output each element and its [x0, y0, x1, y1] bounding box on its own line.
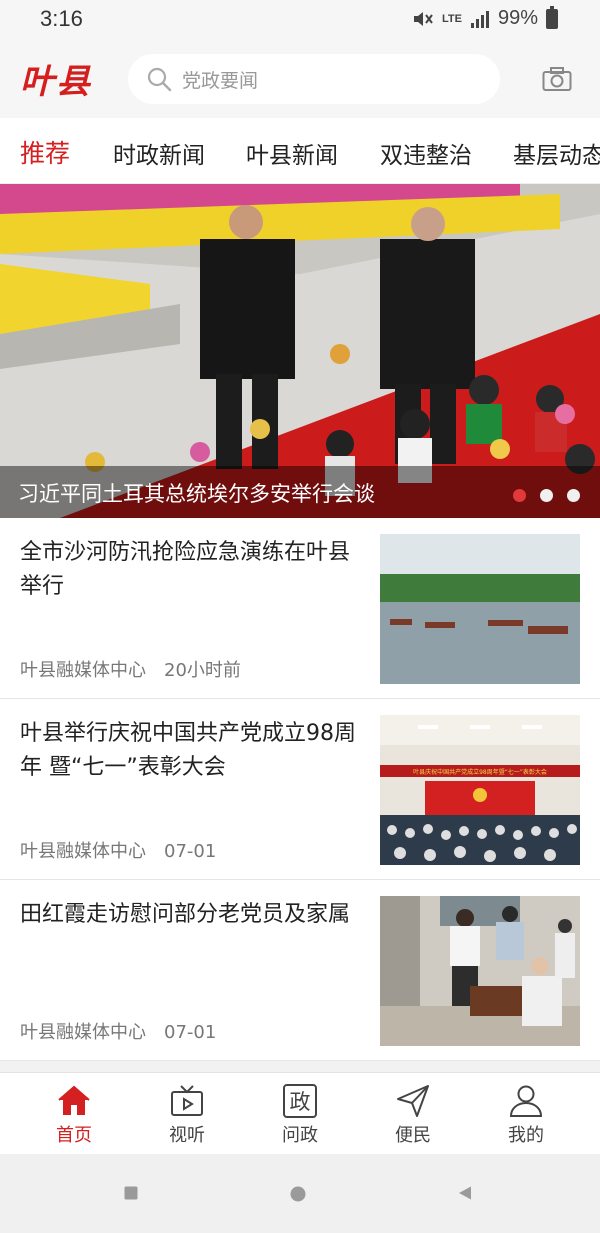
- app-header: 叶县 党政要闻: [0, 40, 600, 118]
- status-time: 3:16: [40, 6, 83, 31]
- news-title[interactable]: 全市沙河防汛抢险应急演练在叶县举行: [20, 536, 360, 604]
- nav-label: 便民: [395, 1125, 431, 1146]
- nav-label: 视听: [169, 1125, 205, 1146]
- thumb-banner-text: 叶县庆祝中国共产党成立98周年暨“七一”表彰大会: [413, 768, 547, 776]
- tab-dual-violation[interactable]: 双违整治: [380, 136, 472, 170]
- nav-mine[interactable]: 我的: [486, 1083, 566, 1147]
- signal-icon: [470, 10, 489, 28]
- zheng-glyph: 政: [290, 1090, 311, 1114]
- news-thumbnail[interactable]: 叶县庆祝中国共产党成立98周年暨“七一”表彰大会: [380, 715, 580, 865]
- news-thumbnail[interactable]: [380, 534, 580, 684]
- battery-level: 99%: [497, 7, 538, 29]
- tab-recommend[interactable]: 推荐: [20, 134, 70, 170]
- send-icon: [397, 1085, 429, 1117]
- home-icon: [58, 1085, 90, 1115]
- news-title[interactable]: 田红霞走访慰问部分老党员及家属: [20, 898, 360, 932]
- news-time: 07-01: [164, 1022, 217, 1043]
- news-list: 全市沙河防汛抢险应急演练在叶县举行 叶县融媒体中心 20小时前 叶县举行庆祝中国共…: [0, 518, 600, 1061]
- search-placeholder: 党政要闻: [182, 69, 259, 92]
- back-button[interactable]: [458, 1186, 472, 1200]
- visit-image: [380, 896, 580, 1046]
- tab-grassroots[interactable]: 基层动态: [513, 136, 600, 170]
- search-bar[interactable]: 党政要闻: [128, 54, 500, 104]
- news-source: 叶县融媒体中心: [20, 1022, 146, 1043]
- nav-label: 问政: [282, 1125, 318, 1146]
- carousel-dot[interactable]: [540, 489, 553, 502]
- news-title[interactable]: 叶县举行庆祝中国共产党成立98周年 暨“七一”表彰大会: [20, 717, 360, 785]
- news-source: 叶县融媒体中心: [20, 660, 146, 681]
- news-meta: 叶县融媒体中心 07-01: [20, 1018, 216, 1044]
- nav-label: 我的: [508, 1125, 544, 1146]
- news-meta: 叶县融媒体中心 07-01: [20, 837, 216, 863]
- flood-drill-image: [380, 534, 580, 684]
- tab-county-news[interactable]: 叶县新闻: [246, 136, 338, 170]
- tab-politics-news[interactable]: 时政新闻: [113, 136, 205, 170]
- news-item[interactable]: 全市沙河防汛抢险应急演练在叶县举行 叶县融媒体中心 20小时前: [0, 518, 600, 699]
- nav-inquiry[interactable]: 政 问政: [260, 1083, 340, 1147]
- nav-home[interactable]: 首页: [34, 1083, 114, 1147]
- search-icon: [147, 67, 172, 92]
- news-time: 20小时前: [164, 660, 241, 681]
- carousel-dots: [513, 489, 580, 502]
- news-thumbnail[interactable]: [380, 896, 580, 1046]
- recents-button[interactable]: [124, 1186, 138, 1200]
- system-nav-bar: [0, 1154, 600, 1233]
- conference-image: 叶县庆祝中国共产党成立98周年暨“七一”表彰大会: [380, 715, 580, 865]
- banner-caption[interactable]: 习近平同土耳其总统埃尔多安举行会谈: [18, 478, 375, 508]
- news-source: 叶县融媒体中心: [20, 841, 146, 862]
- bottom-nav: 首页 视听 政 问政 便民 我的: [0, 1072, 600, 1154]
- nav-label: 首页: [56, 1125, 92, 1146]
- app-logo: 叶县: [20, 62, 92, 102]
- tv-icon: [171, 1085, 203, 1116]
- status-bar: 3:16 LTE 99%: [0, 0, 600, 40]
- carousel-dot[interactable]: [513, 489, 526, 502]
- news-meta: 叶县融媒体中心 20小时前: [20, 656, 241, 682]
- news-item[interactable]: 田红霞走访慰问部分老党员及家属 叶县融媒体中心 07-01: [0, 880, 600, 1061]
- nav-service[interactable]: 便民: [373, 1083, 453, 1147]
- banner-carousel[interactable]: 习近平同土耳其总统埃尔多安举行会谈: [0, 184, 600, 518]
- network-type: LTE: [442, 12, 462, 25]
- news-item[interactable]: 叶县举行庆祝中国共产党成立98周年 暨“七一”表彰大会 叶县融媒体中心 07-01…: [0, 699, 600, 880]
- nav-video[interactable]: 视听: [147, 1083, 227, 1147]
- home-button[interactable]: [290, 1186, 306, 1202]
- news-time: 07-01: [164, 841, 217, 862]
- category-tabs: 推荐 时政新闻 叶县新闻 双违整治 基层动态: [0, 118, 600, 184]
- battery-icon: [546, 5, 558, 29]
- status-icons: LTE 99%: [412, 5, 558, 30]
- user-icon: [509, 1085, 543, 1117]
- mute-icon: [414, 11, 433, 26]
- carousel-dot[interactable]: [567, 489, 580, 502]
- camera-icon[interactable]: [542, 66, 572, 92]
- zheng-icon: 政: [283, 1084, 317, 1118]
